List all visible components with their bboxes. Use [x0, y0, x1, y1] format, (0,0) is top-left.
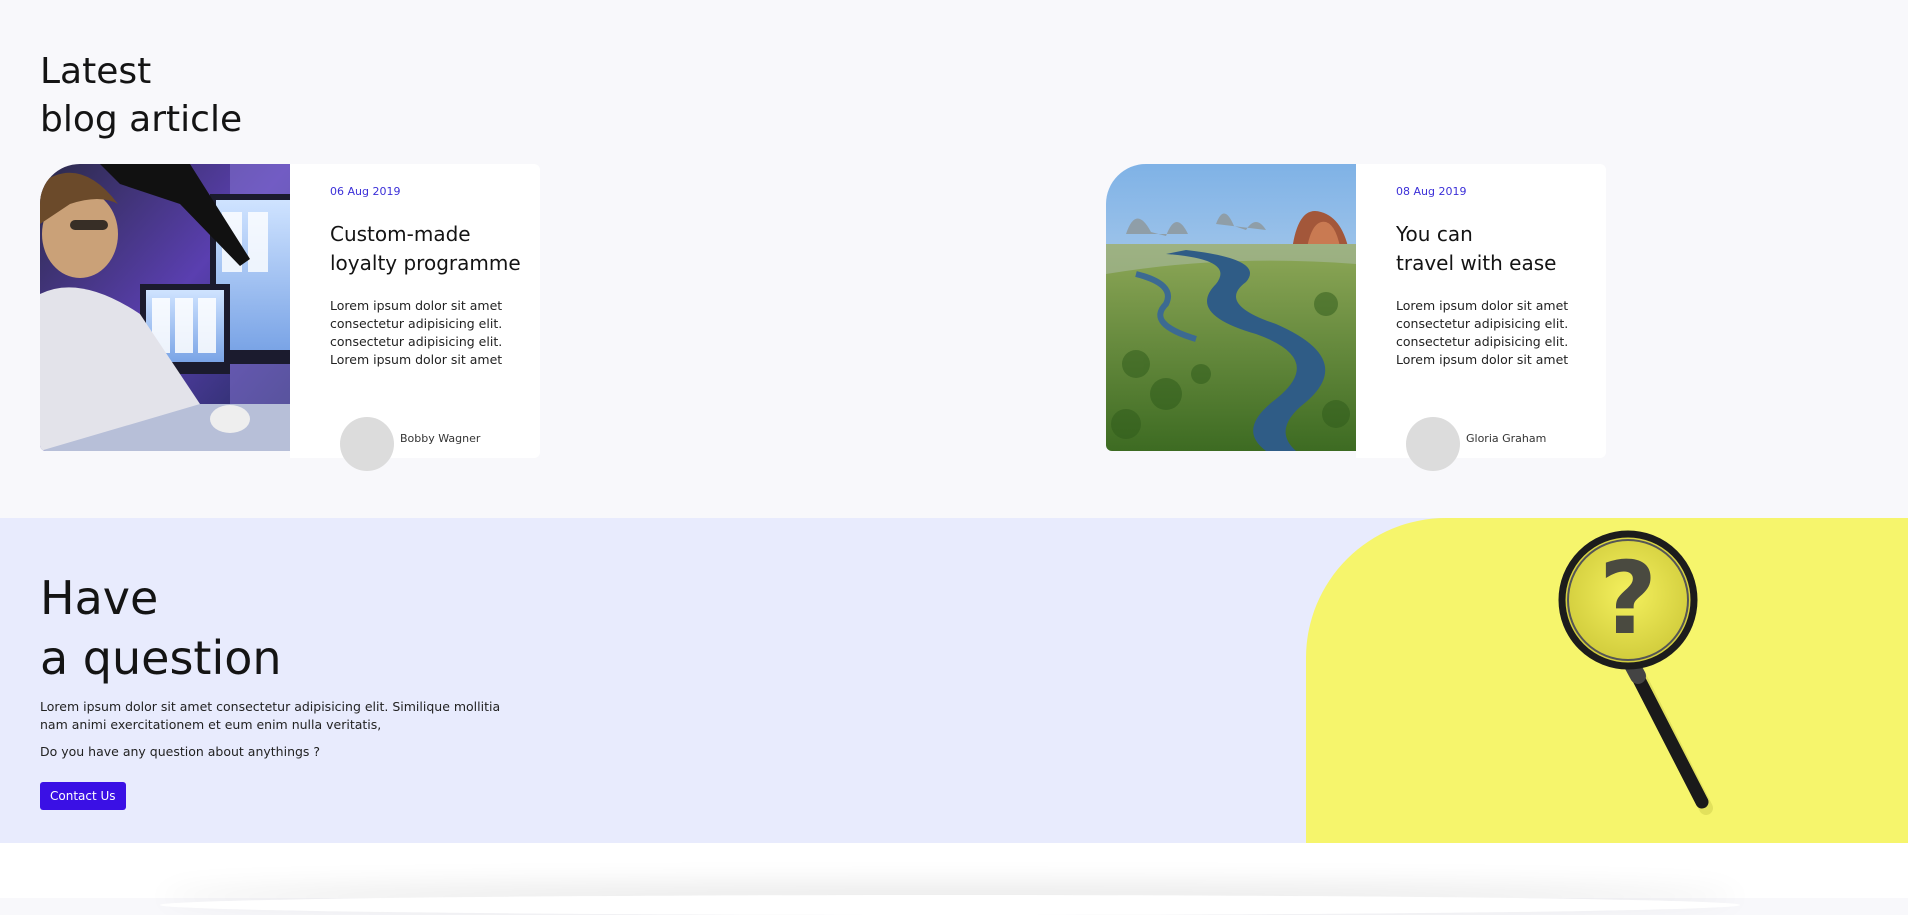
- blog-card-body: 08 Aug 2019 You can travel with ease Lor…: [1356, 164, 1606, 471]
- blog-card-travel[interactable]: 08 Aug 2019 You can travel with ease Lor…: [1106, 164, 1606, 471]
- article-title-line2[interactable]: loyalty programme: [330, 249, 530, 278]
- excerpt-line: Lorem ipsum dolor sit amet: [330, 298, 503, 313]
- excerpt-line: Lorem ipsum dolor sit amet: [1396, 352, 1569, 367]
- question-description-line1: Lorem ipsum dolor sit amet consectetur a…: [40, 699, 501, 714]
- blog-card-loyalty[interactable]: 06 Aug 2019 Custom-made loyalty programm…: [40, 164, 540, 471]
- excerpt-line: consectetur adipisicing elit.: [330, 316, 503, 331]
- article-date: 06 Aug 2019: [330, 185, 401, 198]
- blog-section: Latest blog article 06 Aug 2019 Custom-m…: [0, 0, 1908, 518]
- excerpt-line: consectetur adipisicing elit.: [330, 334, 503, 349]
- question-heading-line1: Have: [40, 571, 159, 625]
- footer-card-shadow: [160, 895, 1740, 915]
- article-excerpt: Lorem ipsum dolor sit amet consectetur a…: [1396, 297, 1596, 369]
- question-description: Lorem ipsum dolor sit amet consectetur a…: [40, 698, 500, 734]
- article-title[interactable]: You can travel with ease: [1396, 220, 1596, 278]
- river-landscape-photo[interactable]: [1106, 164, 1356, 451]
- avatar: [1406, 417, 1460, 471]
- footer-area: [0, 843, 1908, 915]
- question-prompt: Do you have any question about anythings…: [40, 744, 321, 759]
- excerpt-line: consectetur adipisicing elit.: [1396, 316, 1569, 331]
- blog-heading-line1: Latest: [40, 51, 152, 92]
- author-name: Gloria Graham: [1466, 432, 1547, 445]
- blog-heading-line2: blog article: [40, 99, 243, 140]
- article-date: 08 Aug 2019: [1396, 185, 1467, 198]
- avatar: [340, 417, 394, 471]
- question-heading: Have a question: [40, 568, 282, 688]
- question-heading-line2: a question: [40, 631, 282, 685]
- blog-card-body: 06 Aug 2019 Custom-made loyalty programm…: [290, 164, 540, 471]
- article-excerpt: Lorem ipsum dolor sit amet consectetur a…: [330, 297, 530, 369]
- magnifying-glass-question-photo: ?: [1306, 518, 1908, 843]
- article-title-line2[interactable]: travel with ease: [1396, 249, 1596, 278]
- article-title-line1[interactable]: You can: [1396, 220, 1596, 249]
- excerpt-line: Lorem ipsum dolor sit amet: [330, 352, 503, 367]
- blog-heading: Latest blog article: [40, 48, 242, 144]
- contact-us-button[interactable]: Contact Us: [40, 782, 126, 810]
- article-title-line1[interactable]: Custom-made: [330, 220, 530, 249]
- question-section: Have a question Lorem ipsum dolor sit am…: [0, 518, 1908, 843]
- author-name: Bobby Wagner: [400, 432, 481, 445]
- svg-text:?: ?: [1599, 540, 1657, 657]
- woman-at-computer-photo[interactable]: [40, 164, 290, 451]
- question-description-line2: nam animi exercitationem et eum enim nul…: [40, 717, 382, 732]
- excerpt-line: consectetur adipisicing elit.: [1396, 334, 1569, 349]
- article-title[interactable]: Custom-made loyalty programme: [330, 220, 530, 278]
- excerpt-line: Lorem ipsum dolor sit amet: [1396, 298, 1569, 313]
